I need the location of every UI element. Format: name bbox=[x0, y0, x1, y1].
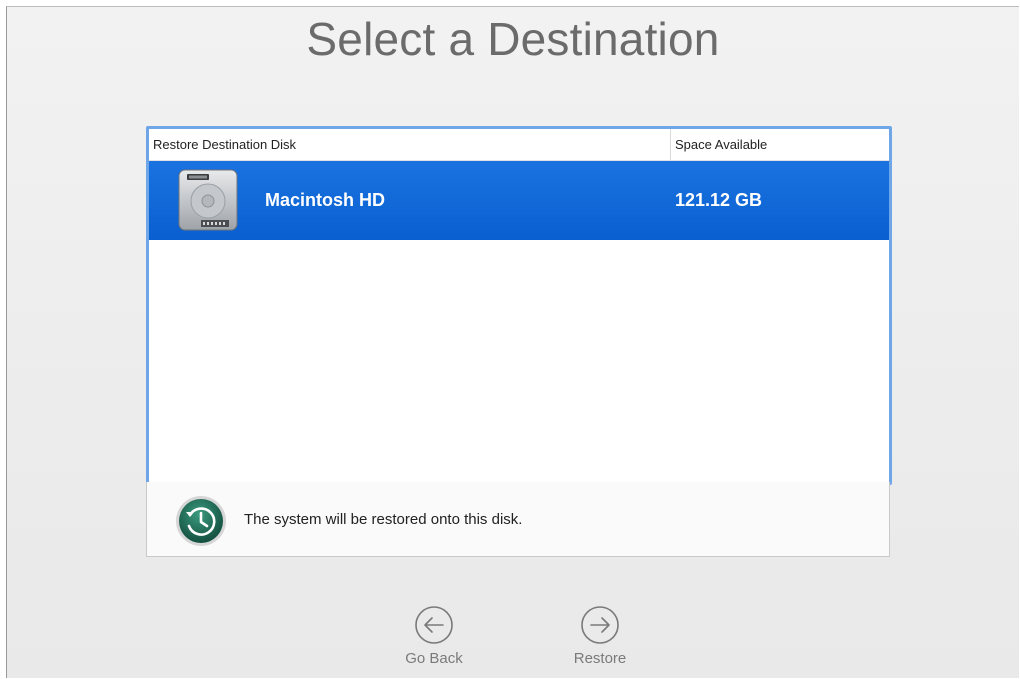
destination-disk-table[interactable]: Restore Destination Disk Space Available bbox=[146, 126, 892, 485]
disk-space-available: 121.12 GB bbox=[675, 190, 763, 210]
restore-button[interactable]: Restore bbox=[555, 605, 645, 667]
table-header: Restore Destination Disk Space Available bbox=[149, 129, 889, 161]
go-back-label: Go Back bbox=[405, 650, 463, 667]
column-header-disk[interactable]: Restore Destination Disk bbox=[149, 129, 670, 160]
table-row-macintosh-hd[interactable]: Macintosh HD 121.12 GB bbox=[149, 161, 889, 240]
disk-name: Macintosh HD bbox=[265, 190, 386, 210]
go-back-button[interactable]: Go Back bbox=[389, 605, 479, 667]
time-machine-icon bbox=[176, 496, 226, 546]
restore-window: Select a Destination Restore Destination… bbox=[6, 6, 1019, 678]
info-panel: The system will be restored onto this di… bbox=[146, 482, 890, 557]
hard-disk-icon bbox=[178, 169, 238, 231]
column-header-space[interactable]: Space Available bbox=[670, 129, 894, 160]
restore-label: Restore bbox=[573, 650, 627, 667]
page-title: Select a Destination bbox=[306, 13, 720, 65]
arrow-right-circle-icon bbox=[581, 606, 619, 644]
arrow-left-circle-icon bbox=[415, 606, 453, 644]
info-message: The system will be restored onto this di… bbox=[244, 511, 523, 528]
